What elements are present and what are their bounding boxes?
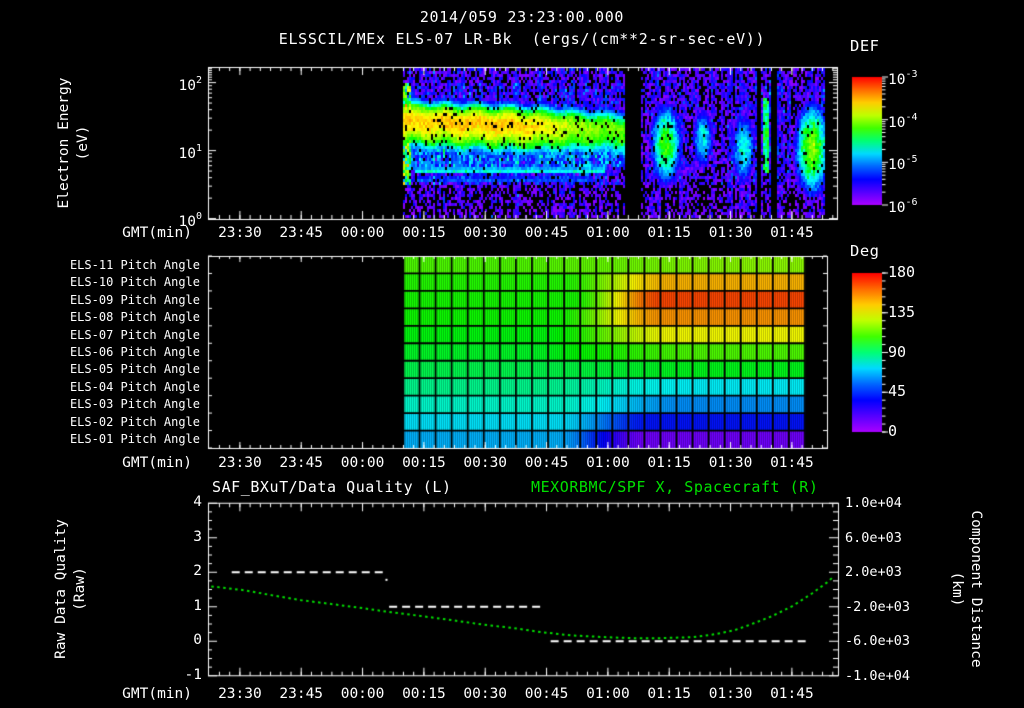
y-tick-label: 1 [193,597,202,614]
x-tick-label: 00:45 [524,225,569,241]
x-tick-label: 01:30 [708,225,753,241]
x-tick-label: 23:30 [218,686,262,702]
x-tick-label: 23:45 [279,225,324,241]
gmt-label-bottom: GMT(min) [122,686,192,702]
x-tick-label: 01:30 [708,686,753,702]
y-tick-label: 2 [193,563,202,580]
colorbar-tick-label: 180 [888,263,916,281]
y-axis-label-line2: (Raw) [72,567,88,611]
x-tick-label: 01:45 [770,686,814,702]
x-tick-label: 01:00 [586,225,630,241]
x-tick-label: 23:45 [279,455,324,471]
pitch-row-label: ELS-01 Pitch Angle [69,432,200,447]
x-tick-label: 01:00 [586,455,630,471]
x-tick-label: 00:00 [340,225,385,241]
x-tick-label: 01:45 [770,225,814,241]
exponent: -5 [905,154,918,166]
y-tick-label: 0 [193,632,202,649]
y-tick-label: -1 [184,666,202,683]
colorbar-tick-label: 45 [888,382,907,401]
pitch-row-label: ELS-03 Pitch Angle [69,397,200,412]
pitch-row-label: ELS-07 Pitch Angle [69,327,200,342]
colorbar-tick-label: 135 [888,302,916,321]
x-tick-label: 01:15 [647,686,692,702]
x-tick-label: 23:30 [218,225,262,241]
colorbar-tick-label: 0 [888,422,898,440]
colorbar-tick-label: 10-4 [888,111,918,131]
pitch-row-label: ELS-05 Pitch Angle [69,362,200,377]
y-axis-label-line2: (eV) [75,125,91,161]
pitch-row-label: ELS-02 Pitch Angle [69,414,200,429]
x-tick-label: 00:30 [463,225,508,241]
exponent: -6 [905,197,918,208]
pitch-row-label: ELS-08 Pitch Angle [69,310,200,325]
y-tick-label: -6.0e+03 [845,633,911,650]
y-tick-label: 101 [178,142,203,162]
x-tick-label: 00:15 [402,455,446,471]
pitch-row-label: ELS-11 Pitch Angle [69,257,200,272]
y-tick-label: 3 [193,528,202,545]
x-tick-label: 01:45 [770,455,814,471]
x-tick-label: 23:45 [279,686,324,702]
y-axis-label-raw-data-quality: Raw Data Quality (Raw) [52,519,90,659]
exponent: -4 [905,111,918,123]
y-axis-label-line1: Component Distance [968,510,984,668]
colorbar-tick-label: 10-6 [888,197,918,216]
x-tick-label: 23:30 [218,455,262,471]
pitch-row-label: ELS-09 Pitch Angle [69,292,200,307]
y-axis-label-line2: (km) [949,571,965,607]
x-tick-label: 00:15 [402,686,446,702]
y-axis-label-line1: Electron Energy [56,77,72,209]
y-axis-label-electron-energy: Electron Energy (eV) [55,78,93,209]
pitch-row-label: ELS-06 Pitch Angle [69,345,200,359]
title-datetime: 2014/059 23:23:00.000 [419,8,625,26]
plot-window: 2014/059 23:23:00.000 ELSSCIL/MEx ELS-07… [0,0,1024,708]
y-axis-label-component-distance: Component Distance (km) [947,510,985,667]
x-tick-label: 01:15 [647,455,692,471]
exponent: 2 [195,74,202,86]
x-tick-label: 00:15 [402,225,446,241]
y-tick-label: 1.0e+04 [845,495,902,512]
gmt-label-middle: GMT(min) [122,455,192,471]
x-tick-label: 00:00 [340,686,385,702]
exponent: -3 [905,69,918,80]
y-tick-label: 2.0e+03 [845,564,902,581]
pitch-row-label: ELS-10 Pitch Angle [69,275,200,290]
pitch-row-label: ELS-04 Pitch Angle [69,379,200,394]
colorbar-def-title: DEF [850,37,880,55]
colorbar-tick-label: 90 [888,342,907,361]
x-tick-label: 00:45 [524,455,569,471]
x-tick-label: 00:00 [340,455,385,471]
y-tick-label: 100 [178,210,203,230]
y-tick-label: -2.0e+03 [845,598,911,615]
y-tick-label: 4 [193,494,202,511]
x-tick-label: 01:00 [586,686,630,702]
x-tick-label: 01:15 [647,225,692,241]
exponent: 1 [195,142,202,154]
x-tick-label: 00:45 [524,686,569,702]
colorbar-deg-title: Deg [850,242,880,260]
y-axis-label-line1: Raw Data Quality [53,519,69,659]
x-tick-label: 01:30 [708,455,753,471]
exponent: 0 [195,210,202,222]
colorbar-tick-label: 10-3 [888,69,918,88]
x-tick-label: 00:30 [463,455,508,471]
bottom-panel-right-series-title: MEXORBMC/SPF X, Spacecraft (R) [531,478,819,496]
y-tick-label: 102 [178,74,203,94]
bottom-panel-left-series-title: SAF_BXuT/Data Quality (L) [212,478,452,496]
colorbar-tick-label: 10-5 [888,154,918,174]
x-tick-label: 00:30 [463,686,508,702]
y-tick-label: -1.0e+04 [845,667,911,684]
y-tick-label: 6.0e+03 [845,529,902,546]
